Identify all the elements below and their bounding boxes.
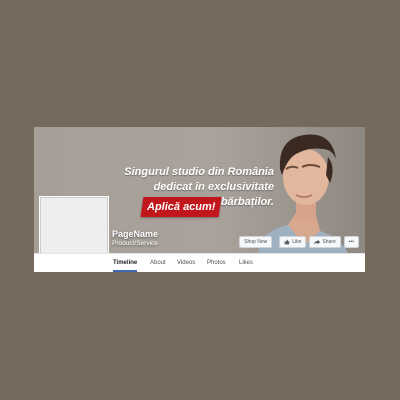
tab-timeline[interactable]: Timeline xyxy=(113,254,138,272)
like-thumb-icon xyxy=(284,239,290,245)
cover-photo[interactable]: Singurul studio din România dedicat în e… xyxy=(34,127,365,253)
share-arrow-icon xyxy=(314,239,321,245)
page-category: Product/Service xyxy=(112,240,158,247)
share-button[interactable]: Share xyxy=(309,236,341,248)
page-name[interactable]: PageName xyxy=(112,229,158,239)
profile-picture[interactable] xyxy=(40,197,108,253)
apply-now-banner[interactable]: Aplică acum! xyxy=(140,197,222,217)
tab-about[interactable]: About xyxy=(150,254,166,272)
tab-photos[interactable]: Photos xyxy=(207,254,226,272)
tab-videos[interactable]: Videos xyxy=(177,254,195,272)
facebook-page-header: Singurul studio din România dedicat în e… xyxy=(34,127,365,272)
tab-likes[interactable]: Likes xyxy=(239,254,253,272)
shop-now-button[interactable]: Shop Now xyxy=(239,236,273,248)
more-dots-icon: ••• xyxy=(348,239,354,245)
like-label: Like xyxy=(292,239,302,245)
shop-now-label: Shop Now xyxy=(244,239,268,245)
model-photo xyxy=(258,134,348,253)
page-actions: Shop Now Like Share ••• xyxy=(239,236,359,248)
page-tabs: Timeline About Videos Photos Likes xyxy=(34,253,365,272)
more-options-button[interactable]: ••• xyxy=(343,236,359,248)
apply-now-label: Aplică acum! xyxy=(146,201,216,213)
like-button[interactable]: Like xyxy=(279,236,307,248)
share-label: Share xyxy=(322,239,336,245)
